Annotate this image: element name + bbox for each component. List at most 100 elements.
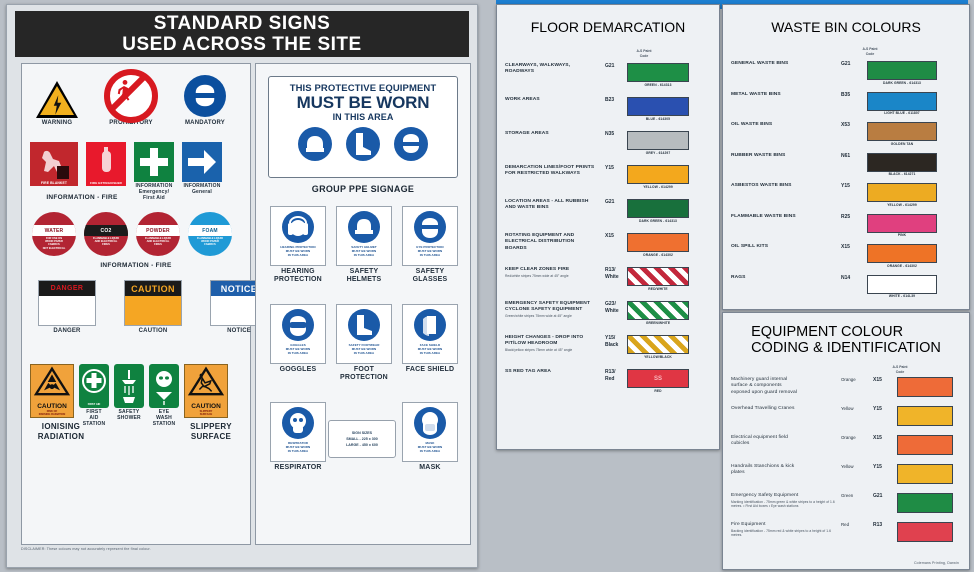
first-aid-station-sign: FIRST AID — [79, 364, 109, 408]
colour-swatch-cell: ORANGE - 614302 — [867, 244, 937, 268]
ppe-respirator: RESPIRATOR MUST BE WORN IN THIS AREA RES… — [270, 402, 326, 472]
table-row: HEIGHT CHANGES - DROP INTO PIT/LOW HEADR… — [505, 335, 713, 363]
extinguisher-sub: FLAMMABLE LIQUID AND ELECTRICAL FIRES — [145, 237, 171, 247]
slippery-surface-caption: SLIPPERY SURFACE — [190, 422, 232, 442]
caution-word: CAUTION — [125, 281, 181, 296]
row-paint-code: G23/ White — [605, 301, 619, 314]
group-ppe-line2: MUST BE WORN — [296, 93, 430, 112]
colour-swatch — [867, 183, 937, 202]
colour-swatch — [627, 301, 689, 320]
extinguisher-band: FOAM — [188, 225, 232, 236]
table-row: CLEARWAYS, WALKWAYS, ROADWAYS G21 GREEN - … — [505, 63, 713, 91]
swatch-label: ORANGE - 614302 — [643, 252, 673, 257]
sign-type-prohibitory: PROHIBITORY — [104, 69, 158, 127]
dust-mask-icon — [414, 407, 446, 439]
row-name: KEEP CLEAR ZONES FIRE Red/white stripes 7… — [505, 267, 605, 278]
extinguisher-label: WATER — [44, 227, 64, 234]
colour-swatch-cell: ORANGE - 614302 — [627, 233, 689, 257]
colour-swatch-cell: RED/WHITE — [627, 267, 689, 291]
first-aid-cross-icon — [82, 369, 106, 393]
table-row: OIL WASTE BINS X53 GOLDEN TAN — [731, 122, 963, 146]
lightning-bolt-icon — [53, 95, 62, 115]
sign-ionising-radiation: CAUTION RISK OF IONISING RADIATION — [30, 364, 74, 418]
ppe-caption: RESPIRATOR — [274, 464, 322, 471]
row-subtext: Backing identification - 75mm red & whit… — [731, 528, 831, 538]
radiation-trefoil-icon — [33, 366, 71, 396]
row-paint-code: G21 — [873, 493, 883, 499]
first-aid-cross-icon — [134, 142, 174, 182]
ppe-caption: GOGGLES — [279, 366, 317, 373]
floor-code-column-header: A-S Paint Code — [636, 49, 652, 58]
swatch-label: LIGHT BLUE - 611807 — [884, 111, 920, 115]
row-paint-code: Y15 — [605, 165, 614, 171]
colour-swatch — [897, 493, 953, 513]
ppe-hearing-protection: HEARING PROTECTION MUST BE WORN IN THIS … — [270, 206, 326, 284]
extinguisher-co2: CO2 FLAMMABLE LIQUID AND ELECTRICAL FIRE… — [84, 212, 128, 256]
table-row: Electrical equipment field cubicles Orang… — [731, 435, 963, 459]
ppe-caption: HEARING PROTECTION — [274, 268, 322, 284]
swatch-label: YELLOW/BLACK — [644, 354, 672, 359]
colour-swatch — [627, 267, 689, 286]
colour-swatch-cell — [897, 377, 953, 398]
table-row: LOCATION AREAS - ALL RUBBISH AND WASTE B… — [505, 199, 713, 227]
row-colour-word: Orange — [841, 377, 856, 382]
colour-swatch — [627, 165, 689, 184]
equipment-coding-panel: EQUIPMENT COLOUR CODING & IDENTIFICATION… — [722, 312, 970, 570]
extinguisher-band: CO2 — [84, 225, 128, 236]
colour-swatch — [627, 97, 689, 116]
table-row: SS RED TAG AREA R13/ Red SS RED — [505, 369, 713, 397]
ppe-sign-text: SAFETY HELMET MUST BE WORN IN THIS AREA — [351, 245, 377, 258]
information-fire-group-label: INFORMATION - FIRE — [46, 194, 118, 201]
row-name: LOCATION AREAS - ALL RUBBISH AND WASTE B… — [505, 199, 589, 211]
sign-caution: CAUTION CAUTION — [124, 280, 182, 335]
row-paint-code: Y15/ Black — [605, 335, 619, 348]
swatch-label: GREEN/WHITE — [645, 320, 671, 325]
sign-label: FIRE EXTINGUISHER — [90, 181, 122, 185]
ear-muffs-icon — [282, 211, 314, 243]
sign-caption: CAUTION — [138, 328, 168, 334]
danger-word: DANGER — [39, 281, 95, 296]
sign-information-general: INFORMATION General — [182, 142, 222, 196]
floor-demarcation-table: CLEARWAYS, WALKWAYS, ROADWAYS G21 GREEN - … — [505, 63, 713, 403]
row-name: Machinery guard internal surface & compo… — [731, 377, 797, 395]
row-name: ROTATING EQUIPMENT AND ELECTRICAL DISTRI… — [505, 233, 575, 251]
extinguisher-foam: FOAM FLAMMABLE LIQUID WOOD PAPER FABRICS — [188, 212, 232, 256]
sign-sizes-note: SIGN SIZES SMALL - 225 x 300 LARGE - 450… — [328, 420, 396, 458]
sign-slippery-surface: CAUTION SLIPPERY SURFACE — [184, 364, 228, 418]
colour-swatch — [627, 63, 689, 82]
swatch-inner-text: SS — [653, 375, 662, 382]
standard-signs-right-board: THIS PROTECTIVE EQUIPMENT MUST BE WORN I… — [255, 63, 471, 545]
table-row: Overhead Travelling Cranes Yellow Y15 — [731, 406, 963, 430]
colour-swatch — [627, 131, 689, 150]
ppe-caption: FACE SHIELD — [405, 366, 455, 373]
row-name: Fire Equipment Backing identification - 7… — [731, 522, 841, 538]
sign-type-warning: WARNING — [36, 74, 78, 127]
extinguisher-sub: FLAMMABLE LIQUID AND ELECTRICAL FIRES — [93, 237, 119, 247]
row-paint-code: R13/ White — [605, 267, 619, 280]
colour-swatch: SS — [627, 369, 689, 388]
extinguisher-group-label: INFORMATION - FIRE — [100, 262, 172, 269]
row-paint-code: R13 — [873, 522, 883, 528]
colour-swatch — [627, 199, 689, 218]
group-ppe-sign: THIS PROTECTIVE EQUIPMENT MUST BE WORN I… — [268, 76, 458, 178]
respirator-icon — [282, 407, 314, 439]
table-row: ROTATING EQUIPMENT AND ELECTRICAL DISTRI… — [505, 233, 713, 261]
colour-swatch — [897, 377, 953, 397]
row-paint-code: Y15 — [873, 464, 882, 470]
swatch-label: BLACK - 614271 — [888, 172, 916, 176]
row-name: OIL SPILL KITS — [731, 244, 769, 249]
colour-swatch-cell — [897, 464, 953, 485]
floor-demarcation-panel: FLOOR DEMARCATION A-S Paint Code CLEARWA… — [496, 4, 720, 450]
ppe-caption: SAFETY GLASSES — [412, 268, 448, 284]
swatch-label: RED — [654, 388, 662, 393]
sizes-line3: LARGE - 450 x 600 — [346, 443, 378, 448]
colour-swatch — [867, 274, 937, 294]
safety-boot-icon — [346, 126, 380, 161]
prohibition-circle-icon — [104, 69, 158, 123]
row-name: DEMARCATION LINES/FOOT PRINTS FOR RESTRI… — [505, 165, 595, 177]
row-paint-code: R13/ Red — [605, 369, 616, 382]
row-subtext: Black/yellow stripes 75mm wide at 45° an… — [505, 348, 573, 353]
waste-bin-header: WASTE BIN COLOURS — [771, 19, 921, 35]
hard-hat-icon — [348, 211, 380, 243]
table-row: DEMARCATION LINES/FOOT PRINTS FOR RESTRI… — [505, 165, 713, 193]
